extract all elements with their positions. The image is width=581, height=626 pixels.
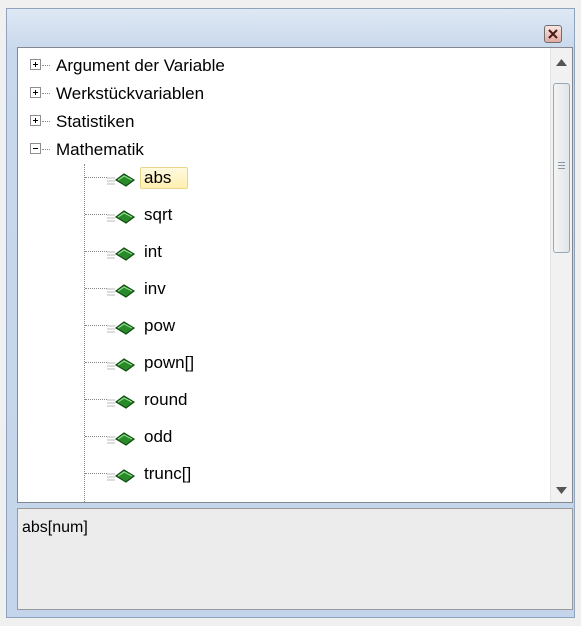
tree-node-function[interactable]: round [18,386,518,414]
expand-icon[interactable] [30,59,41,70]
tree-node-label: Mathematik [56,140,144,159]
function-tree[interactable]: Argument der Variable Werkstückvariablen… [17,47,573,503]
scroll-thumb[interactable] [553,83,570,253]
tree-connector [85,436,107,437]
tree-connector [85,399,107,400]
close-button[interactable] [544,25,562,43]
expand-icon[interactable] [30,115,41,126]
tree-connector [42,65,50,66]
tree-connector [42,149,50,150]
tree-node-function[interactable]: abs [18,164,518,192]
tree-node-function[interactable]: odd [18,423,518,451]
tree-connector [42,121,50,122]
tree-node-label: Argument der Variable [56,56,225,75]
function-label: round [144,390,188,409]
tree-connector [85,214,107,215]
function-icon [107,317,137,345]
function-icon [107,169,137,197]
vertical-scrollbar[interactable] [550,48,572,502]
scroll-up-button[interactable] [551,52,572,74]
collapse-icon[interactable] [30,143,41,154]
function-signature: abs[num] [22,519,88,536]
tree-node-function[interactable]: pow [18,312,518,340]
arrow-down-icon [556,487,567,494]
function-icon [107,280,137,308]
description-panel: abs[num] [17,508,573,610]
function-label: inv [144,279,166,298]
tree-node-statistiken[interactable]: Statistiken [18,108,538,136]
function-icon [107,391,137,419]
tree-connector [85,325,107,326]
tree-node-label: Statistiken [56,112,135,131]
function-icon [107,465,137,493]
function-label: sqrt [144,205,173,224]
grip-line [558,165,565,166]
tree-node-label: Werkstückvariablen [56,84,205,103]
grip-line [558,162,565,163]
tree-node-werkstueckvariablen[interactable]: Werkstückvariablen [18,80,538,108]
tree-node-function[interactable]: int [18,238,518,266]
tree-node-argument-der-variable[interactable]: Argument der Variable [18,52,538,80]
scroll-down-button[interactable] [551,480,572,502]
function-label: abs [144,168,172,187]
tree-node-function[interactable]: sqrt [18,201,518,229]
function-label: odd [144,427,173,446]
tree-node-function[interactable]: inv [18,275,518,303]
arrow-up-icon [556,59,567,66]
function-label: int [144,242,162,261]
tree-connector [85,251,107,252]
tree-connector [85,362,107,363]
tree-connector [85,473,107,474]
function-icon [107,206,137,234]
grip-line [558,168,565,169]
tree-node-mathematik[interactable]: Mathematik [18,136,538,164]
function-label: pown[] [144,353,195,372]
tree-node-function[interactable]: pown[] [18,349,518,377]
close-icon [548,29,558,39]
expand-icon[interactable] [30,87,41,98]
tree-node-function[interactable]: trunc[] [18,460,518,488]
function-icon [107,243,137,271]
tree-connector [42,93,50,94]
tree-connector [85,288,107,289]
function-label: trunc[] [144,464,192,483]
function-icon [107,354,137,382]
function-label: pow [144,316,176,335]
tree-connector [85,177,107,178]
function-icon [107,428,137,456]
